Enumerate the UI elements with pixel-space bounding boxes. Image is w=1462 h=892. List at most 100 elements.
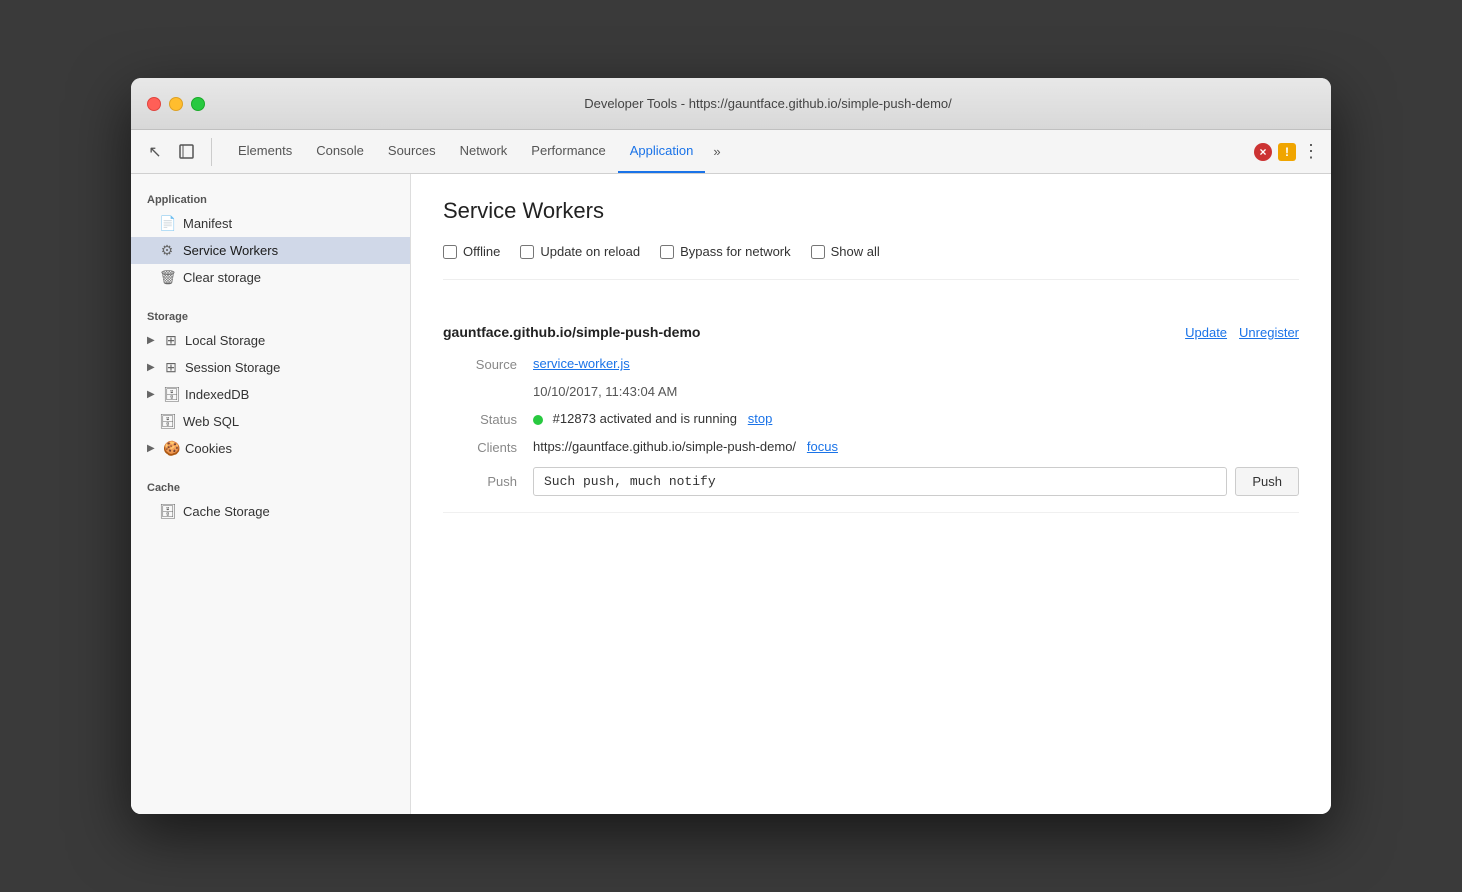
show-all-checkbox-label[interactable]: Show all (811, 244, 880, 259)
sidebar-item-label-manifest: Manifest (183, 216, 232, 231)
sw-entry: gauntface.github.io/simple-push-demo Upd… (443, 308, 1299, 513)
received-value: 10/10/2017, 11:43:04 AM (533, 384, 1299, 399)
tab-elements[interactable]: Elements (226, 130, 304, 173)
stop-link[interactable]: stop (748, 411, 773, 426)
clients-row: Clients https://gauntface.github.io/simp… (443, 439, 1299, 455)
update-on-reload-checkbox-label[interactable]: Update on reload (520, 244, 640, 259)
received-label (443, 384, 533, 385)
status-row: Status #12873 activated and is running s… (443, 411, 1299, 427)
source-row: Source service-worker.js (443, 356, 1299, 372)
toolbar-right: × ! ⋮ (1254, 141, 1321, 162)
sidebar-item-label-clear-storage: Clear storage (183, 270, 261, 285)
content-panel: Service Workers Offline Update on reload… (411, 174, 1331, 814)
sidebar-item-local-storage[interactable]: ▶ ⊞ Local Storage (131, 327, 410, 354)
bypass-for-network-checkbox[interactable] (660, 245, 674, 259)
sidebar-item-cache-storage[interactable]: 🗄 Cache Storage (131, 498, 410, 525)
more-options-icon[interactable]: ⋮ (1302, 141, 1321, 162)
bypass-for-network-label: Bypass for network (680, 244, 791, 259)
status-text: #12873 activated and is running (553, 411, 737, 426)
status-label: Status (443, 411, 533, 427)
source-label: Source (443, 356, 533, 372)
offline-label: Offline (463, 244, 500, 259)
show-all-label: Show all (831, 244, 880, 259)
sw-origin: gauntface.github.io/simple-push-demo (443, 324, 700, 340)
local-storage-icon: ⊞ (163, 332, 179, 349)
manifest-icon: 📄 (159, 215, 175, 232)
push-input-group: Push (533, 467, 1299, 496)
focus-link[interactable]: focus (807, 439, 838, 454)
tab-console[interactable]: Console (304, 130, 376, 173)
sw-actions: Update Unregister (1185, 325, 1299, 340)
devtools-window: Developer Tools - https://gauntface.gith… (131, 78, 1331, 814)
cache-storage-icon: 🗄 (159, 503, 175, 520)
cookies-icon: 🍪 (163, 440, 179, 457)
push-input[interactable] (533, 467, 1227, 496)
show-all-checkbox[interactable] (811, 245, 825, 259)
tab-performance[interactable]: Performance (519, 130, 617, 173)
sw-header: gauntface.github.io/simple-push-demo Upd… (443, 324, 1299, 340)
source-link[interactable]: service-worker.js (533, 356, 630, 371)
main-content: Application 📄 Manifest ⚙ Service Workers… (131, 174, 1331, 814)
update-link[interactable]: Update (1185, 325, 1227, 340)
arrow-icon: ▶ (147, 362, 157, 373)
minimize-button[interactable] (169, 97, 183, 111)
title-bar: Developer Tools - https://gauntface.gith… (131, 78, 1331, 130)
toolbar-icon-group: ↖ (141, 138, 212, 166)
clear-storage-icon: 🗑 (159, 269, 175, 286)
sidebar-item-label-cache-storage: Cache Storage (183, 504, 270, 519)
cursor-icon[interactable]: ↖ (141, 138, 169, 166)
sidebar: Application 📄 Manifest ⚙ Service Workers… (131, 174, 411, 814)
sidebar-item-service-workers[interactable]: ⚙ Service Workers (131, 237, 410, 264)
source-value: service-worker.js (533, 356, 1299, 371)
web-sql-icon: 🗄 (159, 413, 175, 430)
update-on-reload-checkbox[interactable] (520, 245, 534, 259)
sidebar-item-manifest[interactable]: 📄 Manifest (131, 210, 410, 237)
sidebar-item-cookies[interactable]: ▶ 🍪 Cookies (131, 435, 410, 462)
tab-sources[interactable]: Sources (376, 130, 448, 173)
status-value: #12873 activated and is running stop (533, 411, 1299, 426)
offline-checkbox-label[interactable]: Offline (443, 244, 500, 259)
indexeddb-icon: 🗄 (163, 386, 179, 403)
sidebar-item-clear-storage[interactable]: 🗑 Clear storage (131, 264, 410, 291)
error-icon[interactable]: × (1254, 143, 1272, 161)
sidebar-item-indexeddb[interactable]: ▶ 🗄 IndexedDB (131, 381, 410, 408)
sidebar-item-label-cookies: Cookies (185, 441, 232, 456)
arrow-icon: ▶ (147, 335, 157, 346)
window-title: Developer Tools - https://gauntface.gith… (221, 96, 1315, 111)
sidebar-item-session-storage[interactable]: ▶ ⊞ Session Storage (131, 354, 410, 381)
unregister-link[interactable]: Unregister (1239, 325, 1299, 340)
sidebar-section-application: Application (131, 186, 410, 210)
traffic-lights (147, 97, 205, 111)
warning-icon[interactable]: ! (1278, 143, 1296, 161)
session-storage-icon: ⊞ (163, 359, 179, 376)
tab-application[interactable]: Application (618, 130, 706, 173)
more-tabs-button[interactable]: » (705, 130, 728, 173)
push-label: Push (443, 474, 533, 489)
push-button[interactable]: Push (1235, 467, 1299, 496)
sidebar-item-label-service-workers: Service Workers (183, 243, 278, 258)
inspect-icon[interactable] (173, 138, 201, 166)
received-row: 10/10/2017, 11:43:04 AM (443, 384, 1299, 399)
close-button[interactable] (147, 97, 161, 111)
offline-checkbox[interactable] (443, 245, 457, 259)
sidebar-item-label-indexeddb: IndexedDB (185, 387, 249, 402)
options-row: Offline Update on reload Bypass for netw… (443, 244, 1299, 280)
status-dot (533, 415, 543, 425)
sidebar-item-label-web-sql: Web SQL (183, 414, 239, 429)
tabs-bar: Elements Console Sources Network Perform… (226, 130, 1250, 173)
push-row: Push Push (443, 467, 1299, 496)
sidebar-section-cache: Cache (131, 474, 410, 498)
clients-url: https://gauntface.github.io/simple-push-… (533, 439, 796, 454)
sidebar-section-storage: Storage (131, 303, 410, 327)
sidebar-item-label-local-storage: Local Storage (185, 333, 265, 348)
service-workers-icon: ⚙ (159, 242, 175, 259)
sidebar-item-label-session-storage: Session Storage (185, 360, 280, 375)
sidebar-item-web-sql[interactable]: 🗄 Web SQL (131, 408, 410, 435)
update-on-reload-label: Update on reload (540, 244, 640, 259)
maximize-button[interactable] (191, 97, 205, 111)
arrow-icon: ▶ (147, 389, 157, 400)
tab-network[interactable]: Network (448, 130, 520, 173)
clients-label: Clients (443, 439, 533, 455)
bypass-for-network-checkbox-label[interactable]: Bypass for network (660, 244, 791, 259)
clients-value: https://gauntface.github.io/simple-push-… (533, 439, 1299, 454)
